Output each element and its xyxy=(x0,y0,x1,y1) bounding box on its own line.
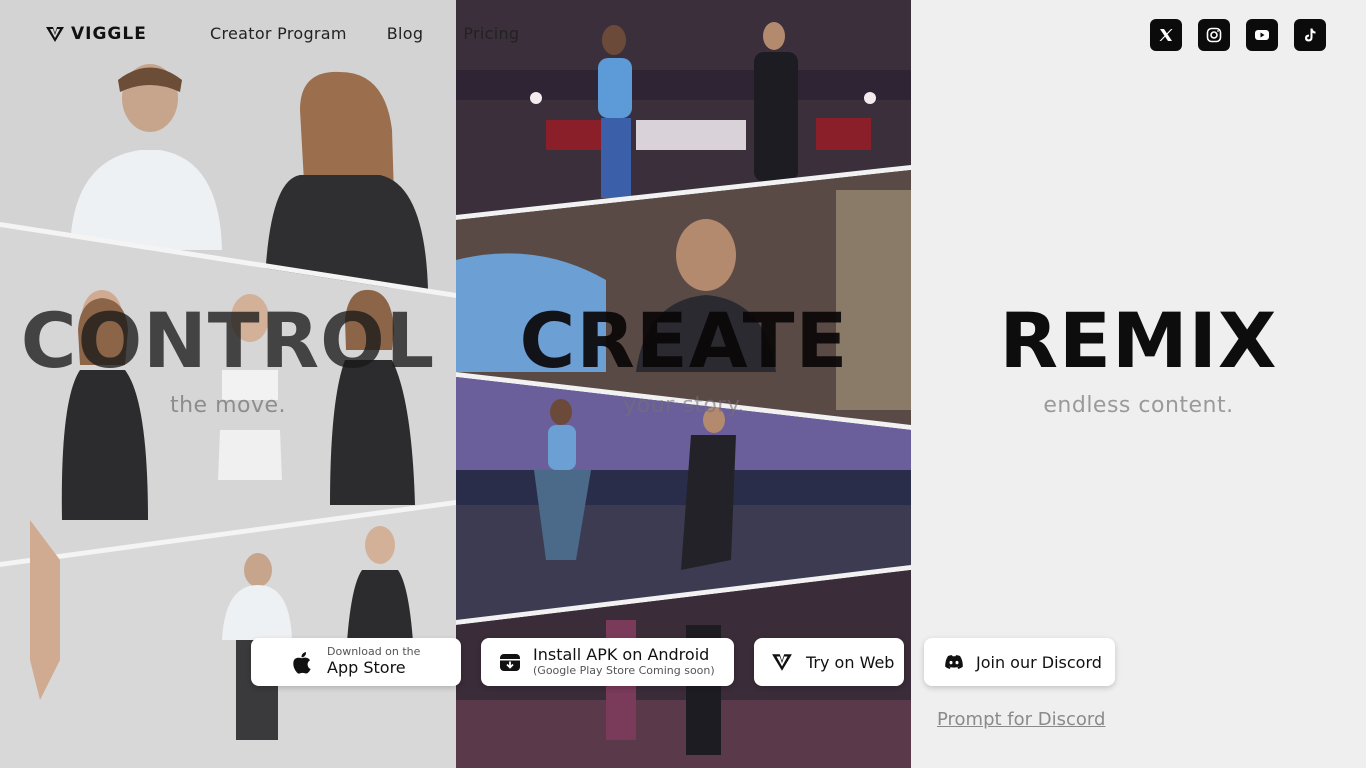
apple-icon xyxy=(293,652,311,674)
youtube-link[interactable] xyxy=(1246,19,1278,51)
instagram-link[interactable] xyxy=(1198,19,1230,51)
google-play-note: (Google Play Store Coming soon) xyxy=(533,663,715,677)
nav-blog-link[interactable]: Blog xyxy=(387,24,424,43)
app-store-button[interactable]: Download on the App Store xyxy=(251,638,461,686)
discord-icon xyxy=(945,655,963,669)
tiktok-icon xyxy=(1305,28,1316,42)
viggle-logo[interactable]: VIGGLE xyxy=(45,24,147,44)
prompt-for-discord-link[interactable]: Prompt for Discord xyxy=(937,709,1105,730)
create-subtitle: your story. xyxy=(623,393,745,418)
brand-name: VIGGLE xyxy=(71,24,147,44)
download-icon xyxy=(500,654,520,671)
instagram-icon xyxy=(1206,27,1222,43)
control-subtitle: the move. xyxy=(169,393,287,418)
x-link[interactable] xyxy=(1150,19,1182,51)
x-icon xyxy=(1159,29,1173,41)
tiktok-link[interactable] xyxy=(1294,19,1326,51)
join-discord-button[interactable]: Join our Discord xyxy=(924,638,1115,686)
control-heading: CONTROL xyxy=(20,296,436,385)
app-store-label: App Store xyxy=(327,658,406,678)
remix-heading: REMIX xyxy=(999,296,1278,385)
viggle-logo-icon xyxy=(46,27,64,42)
try-on-web-label: Try on Web xyxy=(806,652,895,672)
try-on-web-button[interactable]: Try on Web xyxy=(754,638,904,686)
remix-subtitle: endless content. xyxy=(1043,393,1234,418)
youtube-icon xyxy=(1255,30,1269,40)
nav-creator-program-link[interactable]: Creator Program xyxy=(210,24,347,43)
nav-pricing-link[interactable]: Pricing xyxy=(463,24,519,43)
viggle-logo-icon xyxy=(772,654,792,671)
install-apk-button[interactable]: Install APK on Android (Google Play Stor… xyxy=(481,638,734,686)
install-apk-label: Install APK on Android xyxy=(533,645,710,665)
create-heading: CREATE xyxy=(519,296,849,385)
join-discord-label: Join our Discord xyxy=(976,652,1102,672)
main-nav: Creator Program Blog Pricing xyxy=(210,24,519,43)
social-links xyxy=(1150,19,1326,51)
